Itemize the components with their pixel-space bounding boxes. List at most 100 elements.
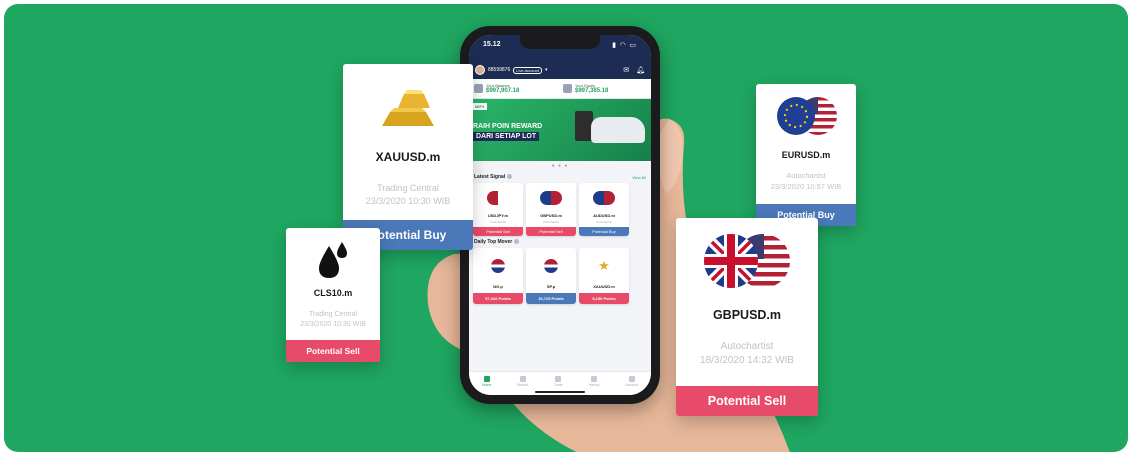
promo-banner: 15.12 ▮ ◠ ▭ 88599876 Live Account ▾ ✉ 🔔︎… [4, 4, 1128, 452]
mover-points: 5,150 Points [579, 293, 629, 304]
potential-sell-button[interactable]: Potential Sell [286, 340, 380, 362]
tab-label: History [588, 383, 600, 387]
oil-drop-icon [319, 242, 347, 278]
equity-value: $997,385.18 [575, 88, 609, 94]
chart-icon [563, 84, 572, 93]
potential-sell-button[interactable]: Potential Sell [676, 386, 818, 416]
account-type-badge: Live Account [513, 66, 542, 74]
mover-card[interactable]: SP.p 10,725 Points [526, 248, 576, 304]
mover-symbol: NG.p [493, 284, 503, 289]
card-datetime: 23/3/2020 10:30 WIB [300, 321, 366, 328]
equity-block: Your Equity $997,385.18 [563, 83, 646, 94]
mover-points: 10,725 Points [526, 293, 576, 304]
chevron-down-icon[interactable]: ▾ [545, 67, 548, 73]
tab-account[interactable]: Account [625, 376, 638, 387]
card-symbol: GBPUSD.m [712, 308, 782, 322]
aud-usd-flag-icon [593, 191, 615, 205]
promo-carousel[interactable]: MIFX RAIH POIN REWARD DARI SETIAP LOT [469, 99, 651, 161]
car-prize-image [591, 117, 645, 143]
card-symbol: XAUUSD.m [375, 150, 441, 164]
mail-icon[interactable]: ✉ [623, 66, 629, 74]
signal-card-eurusd[interactable]: EURUSD.m Autochartist 23/3/2020 10:57 WI… [756, 84, 856, 226]
card-source: Autochartist 18/3/2020 14:32 WIB [676, 340, 818, 368]
signal-action-button[interactable]: Potential Sell [473, 227, 523, 236]
us-flag-icon [491, 259, 505, 273]
status-time: 15.12 [483, 41, 501, 48]
avatar[interactable] [475, 65, 485, 75]
tab-home[interactable]: Home [482, 376, 491, 387]
signal-card[interactable]: USDJPY.m Autochartist Potential Sell [473, 183, 523, 236]
mover-card[interactable]: NG.p 57,026 Points [473, 248, 523, 304]
card-datetime: 18/3/2020 14:32 WIB [700, 355, 794, 366]
top-mover-list: NG.p 57,026 Points SP.p 10,725 Points ★ … [469, 248, 651, 304]
mover-points: 57,026 Points [473, 293, 523, 304]
promo-line-1: RAIH POIN REWARD [473, 123, 543, 130]
account-icon [628, 376, 635, 382]
info-icon[interactable] [507, 174, 513, 180]
home-icon [483, 376, 490, 382]
signal-card-xauusd[interactable]: XAUUSD.m Trading Central 23/3/2020 10:30… [343, 64, 473, 250]
card-symbol: EURUSD.m [781, 150, 831, 160]
signal-action-button[interactable]: Potential Sell [526, 227, 576, 236]
tab-trade[interactable]: Trade [554, 376, 563, 387]
signal-source: Autochartist [543, 220, 559, 224]
view-all-link[interactable]: View All [632, 175, 646, 180]
account-id: 88599876 [488, 67, 511, 73]
balance-row: Your Balance $997,907.18 Your Equity $99… [469, 79, 651, 99]
signal-source: Autochartist [596, 220, 612, 224]
tab-label: Account [625, 383, 639, 387]
app-screen: 15.12 ▮ ◠ ▭ 88599876 Live Account ▾ ✉ 🔔︎… [469, 35, 651, 395]
tab-label: Home [481, 383, 492, 387]
tab-label: Market [517, 383, 528, 387]
wallet-icon [474, 84, 483, 93]
phone-notch [520, 35, 600, 49]
bottom-tab-bar: Home Market Trade History Account [469, 371, 651, 395]
card-symbol: CLS10.m [313, 288, 353, 298]
signal-wifi-battery-icon: ▮ ◠ ▭ [612, 42, 637, 49]
eur-usd-flag-icon [777, 97, 837, 135]
account-bar[interactable]: 88599876 Live Account ▾ ✉ 🔔︎ [469, 61, 651, 79]
usd-jpy-flag-icon [487, 191, 509, 205]
mover-symbol: SP.p [546, 284, 556, 289]
signal-card-gbpusd[interactable]: GBPUSD.m Autochartist 18/3/2020 14:32 WI… [676, 218, 818, 416]
smartphone: 15.12 ▮ ◠ ▭ 88599876 Live Account ▾ ✉ 🔔︎… [460, 26, 660, 404]
gbp-usd-flag-icon [704, 234, 790, 288]
gbp-usd-flag-icon [540, 191, 562, 205]
tab-market[interactable]: Market [517, 376, 528, 387]
brand-logo: MIFX [473, 103, 487, 110]
card-source: Autochartist 23/3/2020 10:57 WIB [756, 170, 856, 192]
signal-symbol: AUDUSD.m [593, 213, 615, 218]
mover-symbol: XAUUSD.m [593, 284, 615, 289]
top-mover-title: Daily Top Mover [474, 239, 513, 245]
card-source-name: Trading Central [309, 311, 357, 318]
card-datetime: 23/3/2020 10:30 WIB [365, 196, 451, 206]
history-icon [591, 376, 598, 382]
balance-value: $997,907.18 [486, 88, 520, 94]
signal-symbol: USDJPY.m [487, 213, 509, 218]
trade-icon [555, 376, 562, 382]
latest-signal-header: Latest Signal View All [469, 171, 651, 183]
top-mover-header: Daily Top Mover [469, 236, 651, 248]
signal-card[interactable]: GBPUSD.m Autochartist Potential Sell [526, 183, 576, 236]
card-datetime: 23/3/2020 10:57 WIB [770, 182, 842, 191]
carousel-dots[interactable]: ● ● ● [469, 161, 651, 171]
latest-signal-title: Latest Signal [474, 174, 506, 180]
signal-action-button[interactable]: Potential Buy [579, 227, 629, 236]
gold-bars-icon [382, 90, 434, 126]
tab-history[interactable]: History [589, 376, 600, 387]
signal-symbol: GBPUSD.m [540, 213, 562, 218]
signal-card-cls10[interactable]: CLS10.m Trading Central 23/3/2020 10:30 … [286, 228, 380, 362]
card-source-name: Trading Central [377, 183, 439, 193]
card-source-name: Autochartist [786, 171, 826, 180]
signal-list: USDJPY.m Autochartist Potential Sell GBP… [469, 183, 651, 236]
signal-card[interactable]: AUDUSD.m Autochartist Potential Buy [579, 183, 629, 236]
us-flag-icon [544, 259, 558, 273]
mover-card[interactable]: ★ XAUUSD.m 5,150 Points [579, 248, 629, 304]
info-icon[interactable] [514, 239, 520, 245]
tab-label: Trade [553, 383, 563, 387]
card-source: Trading Central 23/3/2020 10:30 WIB [286, 310, 380, 330]
market-icon [519, 376, 526, 382]
card-source: Trading Central 23/3/2020 10:30 WIB [343, 182, 473, 208]
notification-bell-icon[interactable]: 🔔︎ [636, 66, 645, 74]
signal-source: Autochartist [490, 220, 506, 224]
